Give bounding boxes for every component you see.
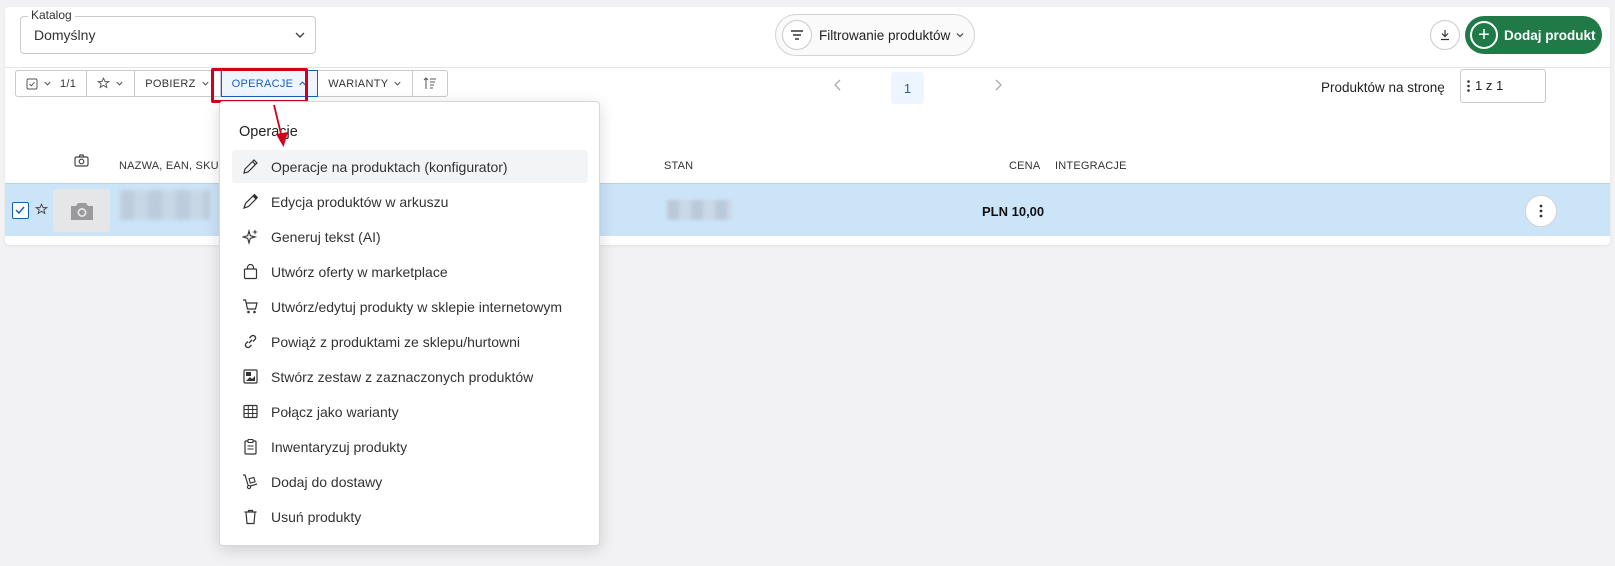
- menu-item-label: Generuj tekst (AI): [271, 228, 381, 245]
- camera-icon: [74, 154, 89, 167]
- menu-item-inwentaryzuj[interactable]: Inwentaryzuj produkty: [232, 430, 588, 463]
- chevron-down-icon: [295, 32, 305, 38]
- menu-item-oferty-marketplace[interactable]: Utwórz oferty w marketplace: [232, 255, 588, 288]
- chevron-right-icon[interactable]: [993, 79, 1003, 91]
- column-header-name[interactable]: NAZWA, EAN, SKU, A: [119, 160, 232, 172]
- download-button[interactable]: [1430, 20, 1460, 50]
- menu-item-label: Usuń produkty: [271, 508, 362, 525]
- row-checkbox[interactable]: [12, 202, 29, 219]
- select-all-dropdown[interactable]: 1/1: [15, 70, 88, 97]
- catalog-label: Katalog: [28, 8, 75, 22]
- menu-item-label: Utwórz/edytuj produkty w sklepie interne…: [271, 298, 563, 315]
- menu-item-label: Połącz jako warianty: [271, 403, 399, 420]
- cart-icon: [243, 299, 258, 314]
- menu-item-dodaj-dostawy[interactable]: Dodaj do dostawy: [232, 465, 588, 498]
- menu-item-generuj-tekst[interactable]: Generuj tekst (AI): [232, 220, 588, 253]
- plus-circle-icon: +: [1470, 21, 1498, 49]
- add-product-label: Dodaj produkt: [1504, 27, 1596, 43]
- operacje-label: OPERACJE: [231, 77, 294, 90]
- pencil-icon: [243, 159, 258, 174]
- menu-item-label: Edycja produktów w arkuszu: [271, 193, 449, 210]
- chevron-down-icon: [116, 81, 123, 86]
- checkbox-icon: [26, 78, 38, 89]
- menu-item-stworz-zestaw[interactable]: Stwórz zestaw z zaznaczonych produktów: [232, 360, 588, 393]
- pagination-page-current[interactable]: 1: [891, 72, 924, 104]
- blurred-product-name: [120, 190, 210, 220]
- menu-item-usun[interactable]: Usuń produkty: [232, 500, 588, 533]
- per-page-label: Produktów na stronę: [1321, 80, 1445, 95]
- sparkles-icon: [242, 228, 258, 245]
- filter-products-button[interactable]: Filtrowanie produktów: [775, 14, 975, 56]
- warianty-dropdown[interactable]: WARIANTY: [318, 70, 414, 97]
- star-icon[interactable]: [35, 203, 48, 216]
- chevron-up-icon: [299, 81, 306, 86]
- filter-label: Filtrowanie produktów: [819, 27, 951, 43]
- camera-icon: [70, 202, 93, 220]
- pobierz-label: POBIERZ: [145, 77, 196, 90]
- sort-icon: [424, 77, 437, 89]
- menu-item-label: Inwentaryzuj produkty: [271, 438, 408, 455]
- menu-item-label: Utwórz oferty w marketplace: [271, 263, 448, 280]
- per-page-select[interactable]: 1 z 1: [1460, 69, 1546, 103]
- menu-item-label: Powiąż z produktami ze sklepu/hurtowni: [271, 333, 521, 350]
- column-header-stan[interactable]: STAN: [664, 160, 693, 172]
- catalog-select[interactable]: Katalog Domyślny: [20, 8, 316, 54]
- product-thumbnail[interactable]: [53, 189, 110, 232]
- link-icon: [244, 334, 257, 349]
- shopping-bag-icon: [243, 263, 258, 280]
- chevron-down-icon: [44, 81, 51, 86]
- warianty-label: WARIANTY: [328, 77, 389, 90]
- menu-item-edycja-arkusz[interactable]: Edycja produktów w arkuszu: [232, 185, 588, 218]
- vertical-dots-icon: [1539, 204, 1543, 218]
- column-header-integracje[interactable]: INTEGRACJE: [1055, 160, 1127, 172]
- operacje-dropdown[interactable]: OPERACJE: [220, 70, 319, 97]
- chevron-left-icon[interactable]: [833, 79, 843, 91]
- selection-count: 1/1: [60, 77, 77, 90]
- pen-icon: [243, 193, 259, 209]
- chevron-down-icon: [202, 81, 209, 86]
- favorites-dropdown[interactable]: [87, 70, 136, 97]
- column-header-cena[interactable]: CENA: [1009, 160, 1040, 172]
- menu-item-operacje-konfigurator[interactable]: Operacje na produktach (konfigurator): [232, 150, 588, 183]
- row-more-button[interactable]: [1525, 195, 1557, 227]
- menu-item-label: Operacje na produktach (konfigurator): [271, 158, 508, 175]
- menu-item-sklep-internetowy[interactable]: Utwórz/edytuj produkty w sklepie interne…: [232, 290, 588, 323]
- download-icon: [1441, 30, 1449, 41]
- chevron-down-icon: [394, 81, 401, 86]
- product-price: PLN 10,00: [982, 204, 1045, 219]
- clipboard-icon: [244, 438, 257, 455]
- divider: [5, 67, 1610, 68]
- menu-item-powiaz[interactable]: Powiąż z produktami ze sklepu/hurtowni: [232, 325, 588, 358]
- toolbar: 1/1 POBIERZ OPERACJE WARIANTY: [15, 70, 449, 97]
- sort-button[interactable]: [413, 70, 449, 97]
- pobierz-dropdown[interactable]: POBIERZ: [135, 70, 221, 97]
- per-page-value: 1 z 1: [1475, 78, 1504, 93]
- menu-item-label: Stwórz zestaw z zaznaczonych produktów: [271, 368, 534, 385]
- trash-icon: [244, 509, 257, 525]
- checkmark-icon: [15, 206, 25, 215]
- blurred-stock-value: [667, 200, 732, 220]
- menu-title: Operacje: [239, 124, 298, 140]
- vertical-dots-icon: [1467, 80, 1470, 92]
- hand-truck-icon: [243, 474, 258, 490]
- operacje-dropdown-menu: Operacje Operacje na produktach (konfigu…: [219, 101, 600, 546]
- chevron-down-icon: [956, 33, 964, 38]
- add-product-button[interactable]: + Dodaj produkt: [1465, 16, 1602, 54]
- star-icon: [97, 77, 111, 89]
- catalog-value: Domyślny: [34, 27, 96, 43]
- filter-icon: [782, 20, 812, 50]
- menu-item-polacz-warianty[interactable]: Połącz jako warianty: [232, 395, 588, 428]
- bundle-icon: [243, 369, 258, 384]
- grid-icon: [243, 404, 258, 419]
- menu-item-label: Dodaj do dostawy: [271, 473, 383, 490]
